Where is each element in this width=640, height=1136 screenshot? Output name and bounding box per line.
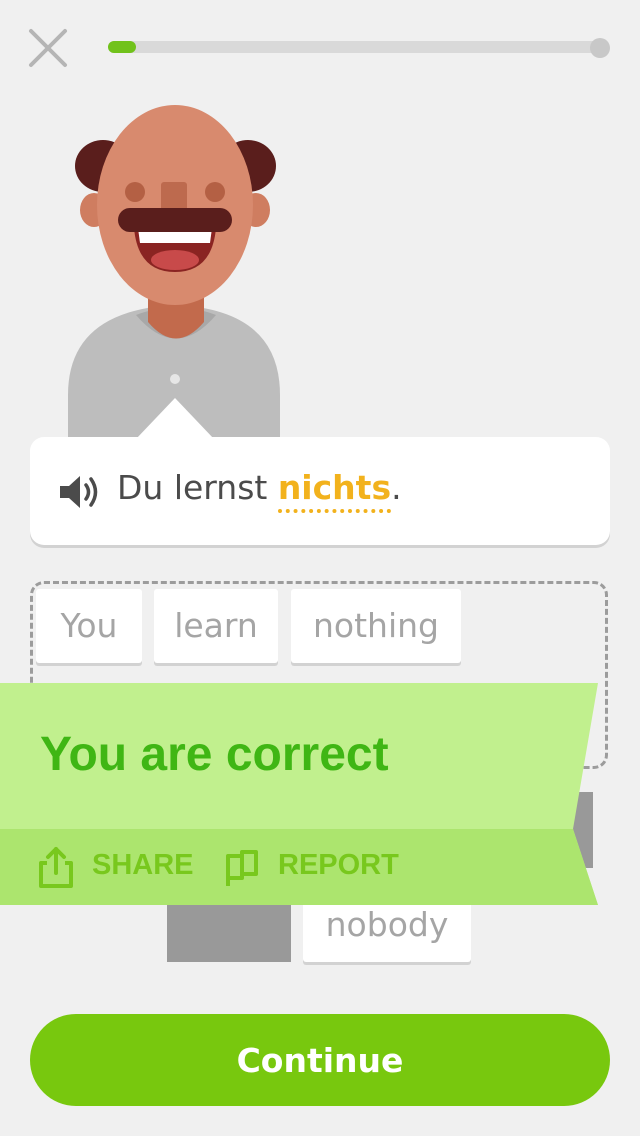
share-icon [39, 847, 73, 888]
speaker-icon[interactable] [58, 473, 102, 511]
prompt-sentence: Du lernst nichts. [117, 468, 402, 513]
progress-bar [108, 41, 602, 53]
character-illustration [68, 105, 280, 440]
progress-end-marker [590, 38, 610, 58]
answer-chip[interactable]: nothing [291, 589, 461, 663]
answer-chip[interactable]: learn [154, 589, 278, 663]
share-label: SHARE [92, 849, 194, 881]
answer-chip[interactable]: You [36, 589, 142, 663]
prompt-punctuation: . [391, 468, 402, 507]
feedback-title: You are correct [40, 728, 389, 781]
speech-bubble-tail [136, 398, 214, 439]
continue-button[interactable]: Continue [30, 1014, 610, 1106]
close-icon[interactable] [26, 26, 70, 70]
prompt-text: Du lernst [117, 468, 278, 507]
hint-word[interactable]: nichts [277, 468, 392, 513]
report-label: REPORT [278, 849, 399, 881]
flag-icon [226, 850, 258, 886]
progress-bar-fill [108, 41, 136, 53]
